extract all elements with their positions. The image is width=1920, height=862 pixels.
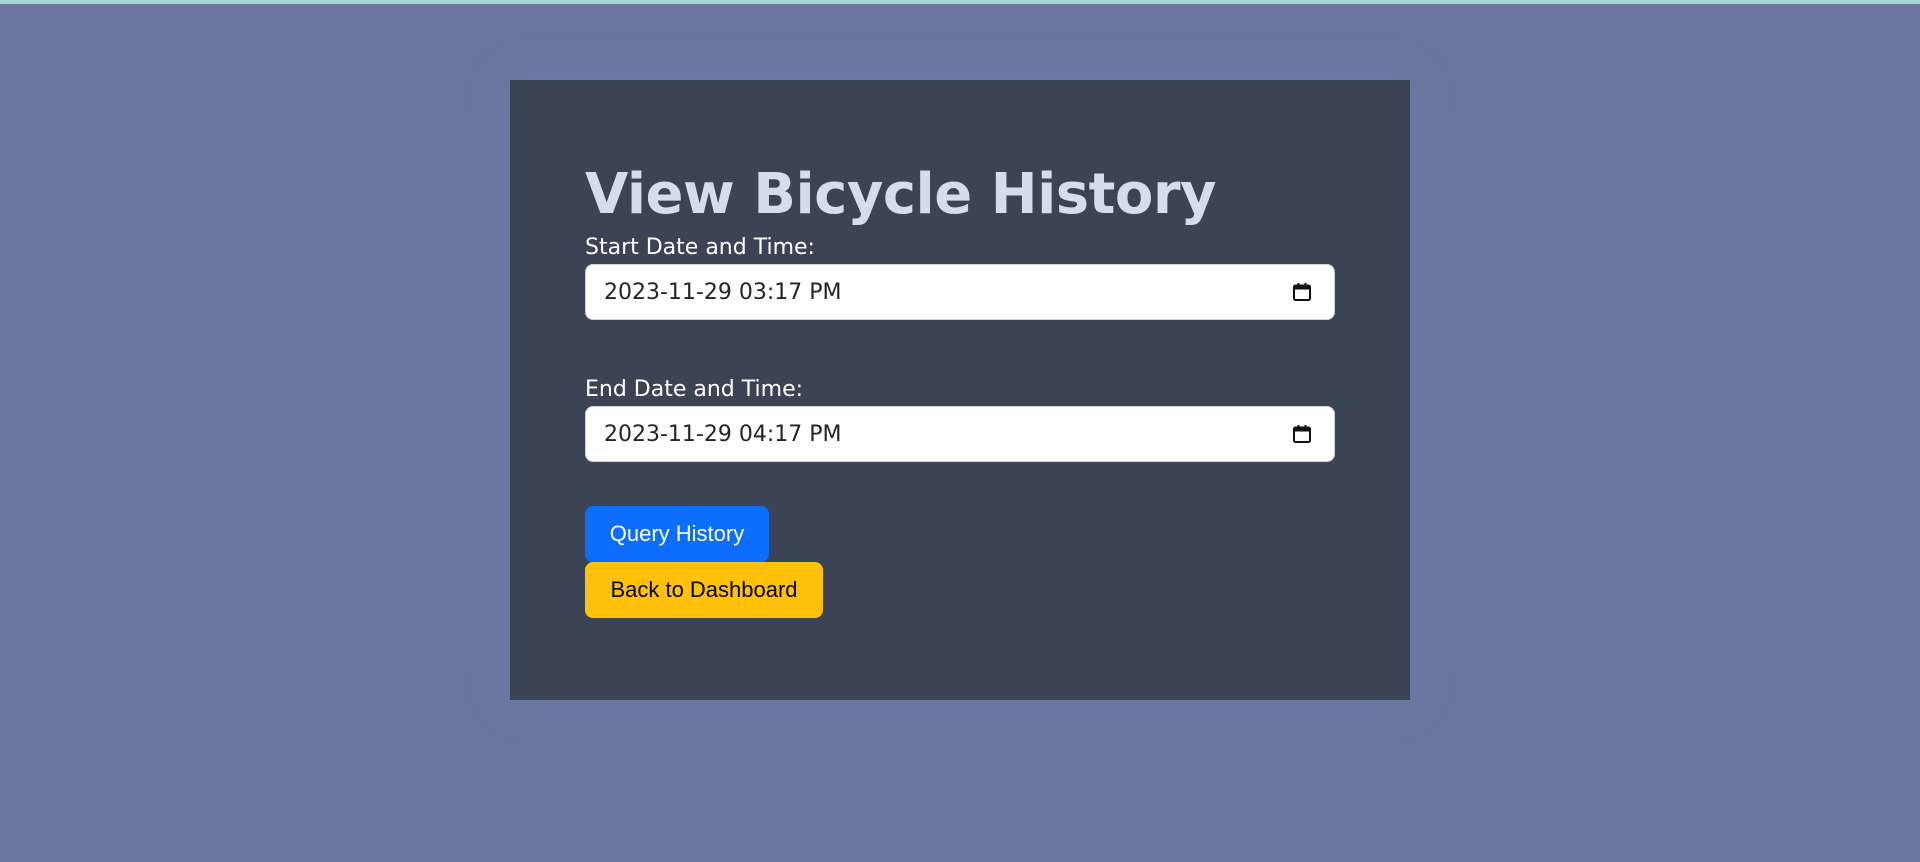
start-datetime-label: Start Date and Time: [585,235,815,260]
calendar-icon[interactable] [1292,282,1312,302]
calendar-icon[interactable] [1292,424,1312,444]
end-datetime-value[interactable]: 2023-11-29 04:17 PM [604,421,842,449]
history-card: View Bicycle History Start Date and Time… [510,80,1410,700]
history-form: View Bicycle History Start Date and Time… [585,160,1335,618]
end-datetime-input[interactable]: 2023-11-29 04:17 PM [585,406,1335,462]
back-to-dashboard-button[interactable]: Back to Dashboard [585,562,823,618]
page-title: View Bicycle History [585,162,1216,227]
window-top-border [0,0,1920,4]
start-datetime-input[interactable]: 2023-11-29 03:17 PM [585,264,1335,320]
end-datetime-label: End Date and Time: [585,377,804,402]
query-history-button[interactable]: Query History [585,506,769,562]
start-datetime-value[interactable]: 2023-11-29 03:17 PM [604,279,842,307]
